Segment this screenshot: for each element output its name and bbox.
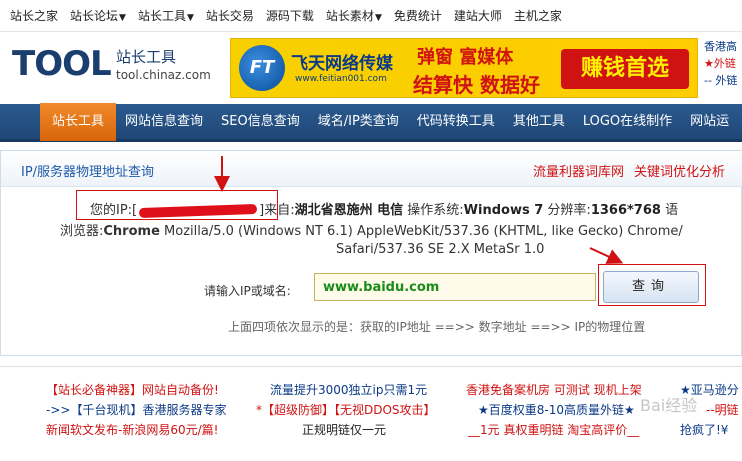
logo-text: TOOL [12,44,112,84]
mainnav-tab-logo[interactable]: LOGO在线制作 [574,103,681,141]
topnav-item-trade[interactable]: 站长交易 [206,7,254,24]
topnav-item-stats[interactable]: 免费统计 [394,7,442,24]
chevron-down-icon: ▼ [374,13,382,23]
logo-cn: 站长工具 [116,48,177,66]
panel-title: IP/服务器物理地址查询 [21,165,155,180]
ad-link[interactable]: 流量提升3000独立ip只需1元 [270,381,427,398]
mainnav-tab-code[interactable]: 代码转换工具 [408,103,504,141]
mainnav-tab-other[interactable]: 其他工具 [504,103,574,141]
hk-line2: ★外链 [704,57,736,70]
page-root: 站长之家 站长论坛▼ 站长工具▼ 站长交易 源码下载 站长素材▼ 免费统计 建站… [0,0,742,461]
baidu-watermark: Bai经验 [640,396,698,415]
ad-banner[interactable]: FT 飞天网络传媒 www.feitian001.com 弹窗 富媒体 结算快 … [230,38,698,98]
ad-link[interactable]: --明链 [706,401,739,418]
user-agent-part1: Mozilla/5.0 (Windows NT 6.1) AppleWebKit… [164,224,683,239]
ad-link[interactable]: 抢疯了!¥ [680,421,728,438]
top-nav: 站长之家 站长论坛▼ 站长工具▼ 站长交易 源码下载 站长素材▼ 免费统计 建站… [0,0,742,32]
hk-ad-box[interactable]: 香港高 ★外链 -- 外链 [704,38,742,100]
mainnav-tab-site-info[interactable]: 网站信息查询 [116,103,212,141]
topnav-item-materials[interactable]: 站长素材▼ [326,7,382,24]
ad-link[interactable]: __1元 真权重明链 淘宝高评价__ [468,421,639,438]
topnav-item-builder[interactable]: 建站大师 [454,7,502,24]
topnav-item-tools[interactable]: 站长工具▼ [138,7,194,24]
ad-link[interactable]: 新闻软文发布-新浪网易60元/篇! [46,421,218,438]
ip-domain-input[interactable] [314,273,596,301]
ad-link[interactable]: 香港免备案机房 可测试 现机上架 [466,381,642,398]
chevron-down-icon: ▼ [119,13,126,23]
browser-value: Chrome [103,224,160,239]
panel-header: IP/服务器物理地址查询 流量利器词库网 关键词优化分析 [1,151,742,187]
ip-location: 湖北省恩施州 电信 [294,203,404,218]
topnav-item-source[interactable]: 源码下载 [266,7,314,24]
panel-links: 流量利器词库网 关键词优化分析 [533,161,735,180]
banner-cta: 赚钱首选 [561,49,689,89]
hk-line1: 香港高 [704,40,737,53]
ad-link[interactable]: 【站长必备神器】网站自动备份! [46,381,219,398]
banner-url: www.feitian001.com [295,74,387,84]
hk-line3: -- 外链 [704,74,738,87]
resolution-value: 1366*768 [590,203,661,218]
banner-line1: 弹窗 富媒体 [417,47,514,68]
annotation-box-button [598,264,706,306]
link-keyword-opt[interactable]: 关键词优化分析 [634,165,725,180]
lang-label: 语 [665,203,679,218]
main-nav: 站长工具 网站信息查询 SEO信息查询 域名/IP类查询 代码转换工具 其他工具… [0,102,742,142]
mainnav-tab-domain-ip[interactable]: 域名/IP类查询 [309,103,408,141]
mainnav-tab-seo[interactable]: SEO信息查询 [212,103,309,141]
topnav-item-forum[interactable]: 站长论坛▼ [70,7,126,24]
annotation-box-ip [76,190,278,220]
os-label: 操作系统: [407,203,464,218]
logo-url: tool.chinaz.com [116,68,211,82]
chevron-down-icon: ▼ [186,13,194,23]
mainnav-tab-tools[interactable]: 站长工具 [40,102,117,141]
ad-link[interactable]: ★百度权重8-10高质量外链★ [478,401,635,418]
site-logo[interactable]: TOOL 站长工具 tool.chinaz.com [12,44,212,92]
link-keyword-lib[interactable]: 流量利器词库网 [533,165,624,180]
ad-links-area: 【站长必备神器】网站自动备份! 流量提升3000独立ip只需1元 香港免备案机房… [0,366,742,461]
site-header: TOOL 站长工具 tool.chinaz.com FT 飞天网络传媒 www.… [0,32,742,104]
ad-link[interactable]: ->>【千台现机】香港服务器专家 [46,401,226,418]
topnav-item-home[interactable]: 站长之家 [10,7,58,24]
ad-link[interactable]: *【超级防御】【无视DDOS攻击】 [256,401,436,418]
mainnav-tab-more[interactable]: 网站运 [681,103,738,141]
query-hint: 上面四项依次显示的是：获取的IP地址 ==>> 数字地址 ==>> IP的物理位… [228,320,646,334]
banner-title: 飞天网络传媒 [291,54,393,74]
os-value: Windows 7 [463,203,544,218]
banner-line2: 结算快 数据好 [413,73,540,97]
resolution-label: 分辨率: [547,203,591,218]
query-label: 请输入IP或域名: [204,284,291,298]
user-agent-line2: Safari/537.36 SE 2.X MetaSr 1.0 [336,242,545,257]
user-agent-line1: 浏览器:Chrome Mozilla/5.0 (Windows NT 6.1) … [60,220,683,239]
browser-label: 浏览器: [60,224,104,239]
ad-link[interactable]: 正规明链仅一元 [302,421,386,438]
topnav-item-host[interactable]: 主机之家 [514,7,562,24]
feitian-logo-icon: FT [239,45,285,91]
